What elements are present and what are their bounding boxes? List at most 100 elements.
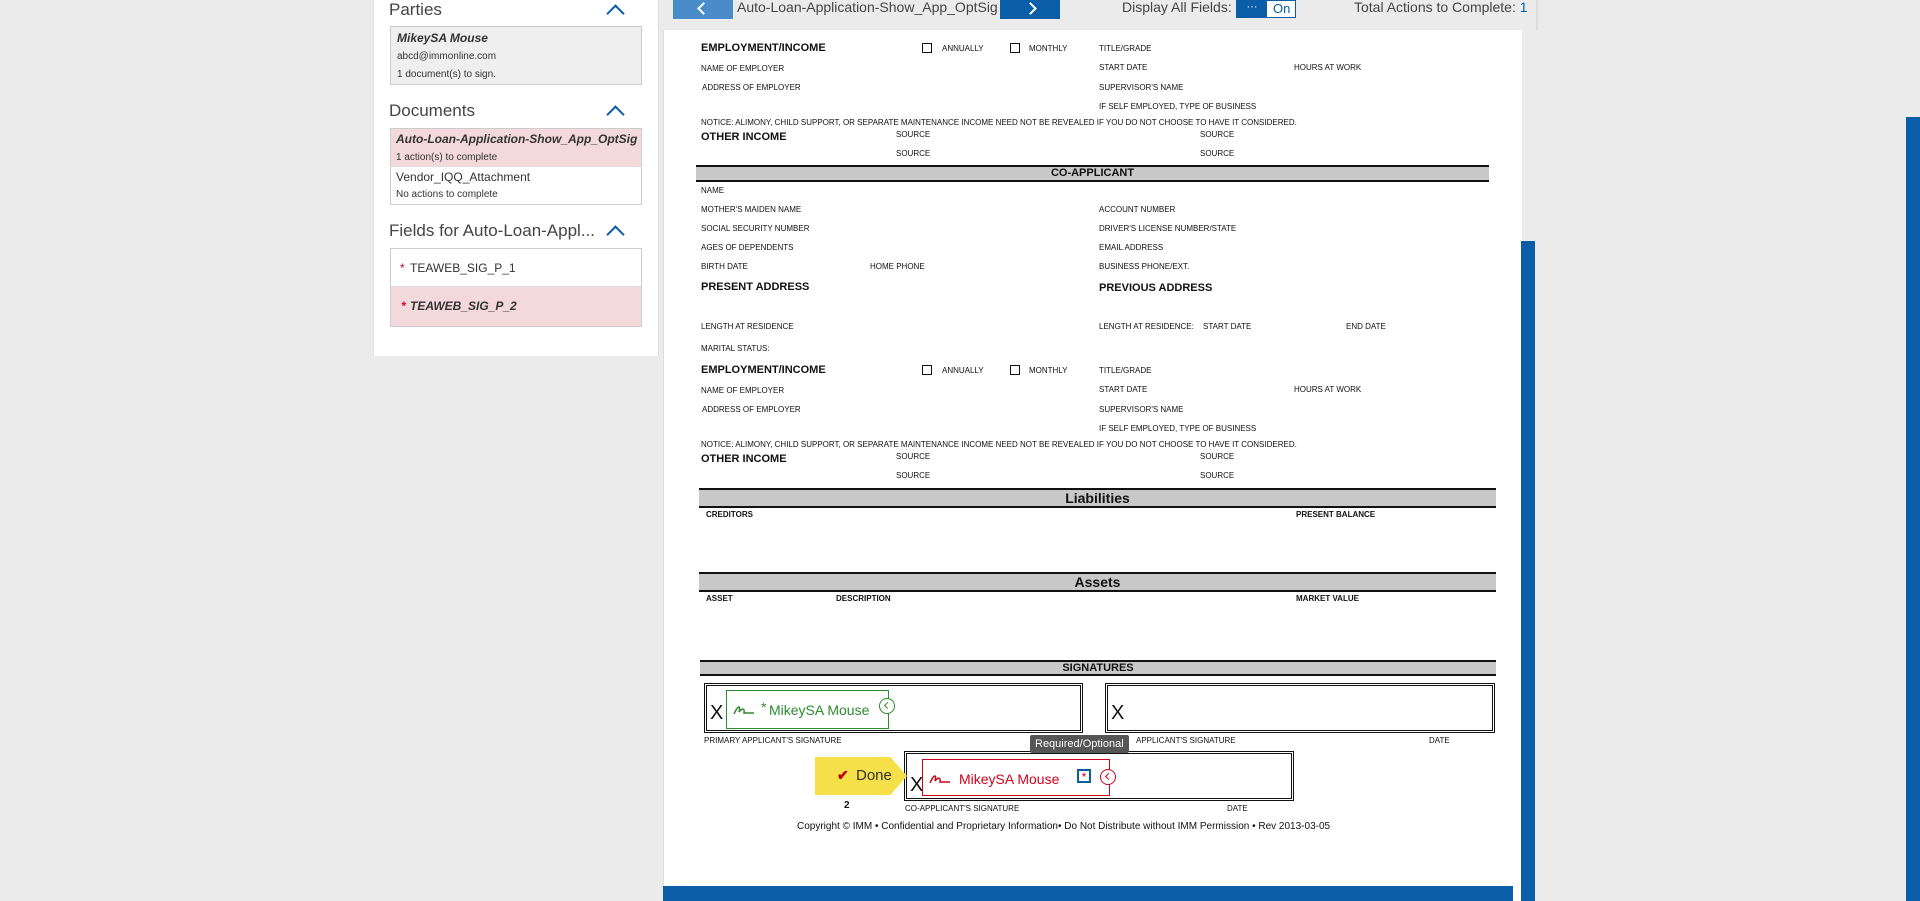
party-card[interactable]: MikeySA Mouse abcd@immonline.com 1 docum… — [390, 26, 642, 85]
fields-list: * TEAWEB_SIG_P_1 * TEAWEB_SIG_P_2 — [390, 248, 642, 327]
signer-name: MikeySA Mouse — [959, 771, 1060, 787]
annually-checkbox[interactable] — [922, 365, 932, 375]
step-counter: 2 — [844, 800, 850, 811]
liabilities-section-bar: Liabilities — [699, 488, 1496, 508]
sidebar: Parties MikeySA Mouse abcd@immonline.com… — [373, 0, 659, 356]
drivers-license-label: DRIVER'S LICENSE NUMBER/STATE — [1099, 224, 1237, 233]
collapse-fields-chevron-icon[interactable] — [606, 225, 625, 244]
birth-date-label: BIRTH DATE — [701, 262, 748, 271]
monthly-checkbox[interactable] — [1010, 365, 1020, 375]
signature-x-mark: X — [710, 702, 724, 724]
assets-section-bar: Assets — [699, 572, 1496, 592]
divider — [1536, 0, 1538, 30]
present-address-heading: PRESENT ADDRESS — [701, 281, 810, 293]
name-of-employer-label: NAME OF EMPLOYER — [701, 64, 785, 73]
previous-address-heading: PREVIOUS ADDRESS — [1099, 282, 1213, 294]
annually-checkbox[interactable] — [922, 43, 932, 53]
chevron-right-icon — [1024, 2, 1037, 15]
done-button[interactable]: ✔ Done — [815, 757, 907, 795]
start-date-label: START DATE — [1099, 385, 1148, 394]
required-signature-field[interactable]: MikeySA Mouse * — [922, 759, 1110, 796]
field-item[interactable]: * TEAWEB_SIG_P_2 — [391, 287, 641, 326]
signed-signature-field[interactable]: * MikeySA Mouse — [726, 690, 889, 729]
field-item[interactable]: * TEAWEB_SIG_P_1 — [391, 249, 641, 287]
next-document-button[interactable] — [1000, 0, 1060, 19]
applicant-signature-label: APPLICANT'S SIGNATURE — [1136, 736, 1236, 745]
source-label: SOURCE — [896, 149, 931, 158]
signer-name: MikeySA Mouse — [769, 702, 870, 718]
start-date-label: START DATE — [1203, 322, 1252, 331]
documents-heading: Documents — [389, 101, 475, 120]
date-label: DATE — [1429, 736, 1450, 745]
monthly-checkbox[interactable] — [1010, 43, 1020, 53]
account-number-label: ACCOUNT NUMBER — [1099, 205, 1176, 214]
required-optional-tooltip: Required/Optional — [1030, 735, 1129, 753]
display-all-fields-label: Display All Fields: — [1122, 0, 1232, 15]
total-actions-value: 1 — [1519, 0, 1528, 15]
co-applicant-signature-label: CO-APPLICANT'S SIGNATURE — [905, 804, 1020, 813]
page-vertical-scrollbar[interactable] — [1906, 117, 1920, 901]
length-at-residence-label: LENGTH AT RESIDENCE: — [1099, 322, 1194, 331]
end-date-label: END DATE — [1346, 322, 1386, 331]
ages-dependents-label: AGES OF DEPENDENTS — [701, 243, 794, 252]
party-email: abcd@immonline.com — [397, 51, 497, 62]
collapse-documents-chevron-icon[interactable] — [606, 105, 625, 124]
other-income-heading: OTHER INCOME — [701, 131, 787, 143]
required-star: * — [400, 261, 405, 275]
party-name: MikeySA Mouse — [397, 31, 488, 45]
address-of-employer-label: ADDRESS OF EMPLOYER — [702, 405, 801, 414]
hours-at-work-label: HOURS AT WORK — [1294, 63, 1362, 72]
document-item[interactable]: Auto-Loan-Application-Show_App_OptSig 1 … — [391, 129, 641, 167]
monthly-label: MONTHLY — [1029, 366, 1068, 375]
source-label: SOURCE — [896, 130, 931, 139]
collapse-field-icon[interactable] — [1100, 769, 1116, 785]
document-status: 1 action(s) to complete — [396, 152, 498, 163]
source-label: SOURCE — [1200, 149, 1235, 158]
annually-label: ANNUALLY — [942, 366, 984, 375]
business-phone-label: BUSINESS PHONE/EXT. — [1099, 262, 1190, 271]
display-all-fields-toggle[interactable]: ··· On — [1236, 0, 1296, 18]
signature-pen-icon — [929, 775, 950, 784]
required-optional-toggle[interactable]: * — [1077, 769, 1091, 783]
title-grade-label: TITLE/GRADE — [1099, 44, 1152, 53]
collapse-field-icon[interactable] — [879, 698, 895, 714]
ssn-label: SOCIAL SECURITY NUMBER — [701, 224, 810, 233]
mothers-maiden-label: MOTHER'S MAIDEN NAME — [701, 205, 802, 214]
title-grade-label: TITLE/GRADE — [1099, 366, 1152, 375]
address-of-employer-label: ADDRESS OF EMPLOYER — [702, 83, 801, 92]
previous-document-button[interactable] — [673, 0, 733, 19]
source-label: SOURCE — [1200, 452, 1235, 461]
copyright-footer: Copyright © IMM • Confidential and Propr… — [797, 821, 1331, 832]
start-date-label: START DATE — [1099, 63, 1148, 72]
collapse-parties-chevron-icon[interactable] — [606, 4, 625, 23]
current-document-name: Auto-Loan-Application-Show_App_OptSig — [737, 0, 998, 15]
document-horizontal-scrollbar[interactable] — [663, 886, 1513, 901]
alimony-notice: NOTICE: ALIMONY, CHILD SUPPORT, OR SEPAR… — [701, 440, 1297, 449]
document-item[interactable]: Vendor_IQQ_Attachment No actions to comp… — [391, 167, 641, 204]
document-viewer[interactable]: EMPLOYMENT/INCOME ANNUALLY MONTHLY TITLE… — [663, 30, 1522, 901]
present-balance-label: PRESENT BALANCE — [1296, 510, 1376, 519]
description-label: DESCRIPTION — [836, 594, 891, 603]
required-star: * — [401, 299, 406, 313]
other-income-heading: OTHER INCOME — [701, 453, 787, 465]
chevron-left-icon — [697, 2, 710, 15]
document-name: Auto-Loan-Application-Show_App_OptSig — [396, 132, 638, 146]
done-label: Done — [856, 767, 892, 784]
creditors-label: CREDITORS — [706, 510, 753, 519]
document-name: Vendor_IQQ_Attachment — [396, 170, 531, 184]
document-vertical-scrollbar[interactable] — [1521, 241, 1535, 901]
signatures-section-bar: SIGNATURES — [700, 660, 1496, 676]
employment-income-heading: EMPLOYMENT/INCOME — [701, 364, 826, 376]
primary-signature-label: PRIMARY APPLICANT'S SIGNATURE — [704, 736, 842, 745]
document-status: No actions to complete — [396, 189, 498, 200]
marital-status-label: MARITAL STATUS: — [701, 344, 770, 353]
market-value-label: MARKET VALUE — [1296, 594, 1359, 603]
email-address-label: EMAIL ADDRESS — [1099, 243, 1164, 252]
party-docs-count: 1 document(s) to sign. — [397, 69, 496, 80]
applicant-signature-box — [1105, 683, 1495, 733]
source-label: SOURCE — [896, 452, 931, 461]
total-actions-label: Total Actions to Complete: 1 — [1354, 0, 1528, 15]
self-employed-label: IF SELF EMPLOYED, TYPE OF BUSINESS — [1099, 424, 1257, 433]
fields-heading: Fields for Auto-Loan-Appl... — [389, 221, 596, 240]
name-of-employer-label: NAME OF EMPLOYER — [701, 386, 785, 395]
